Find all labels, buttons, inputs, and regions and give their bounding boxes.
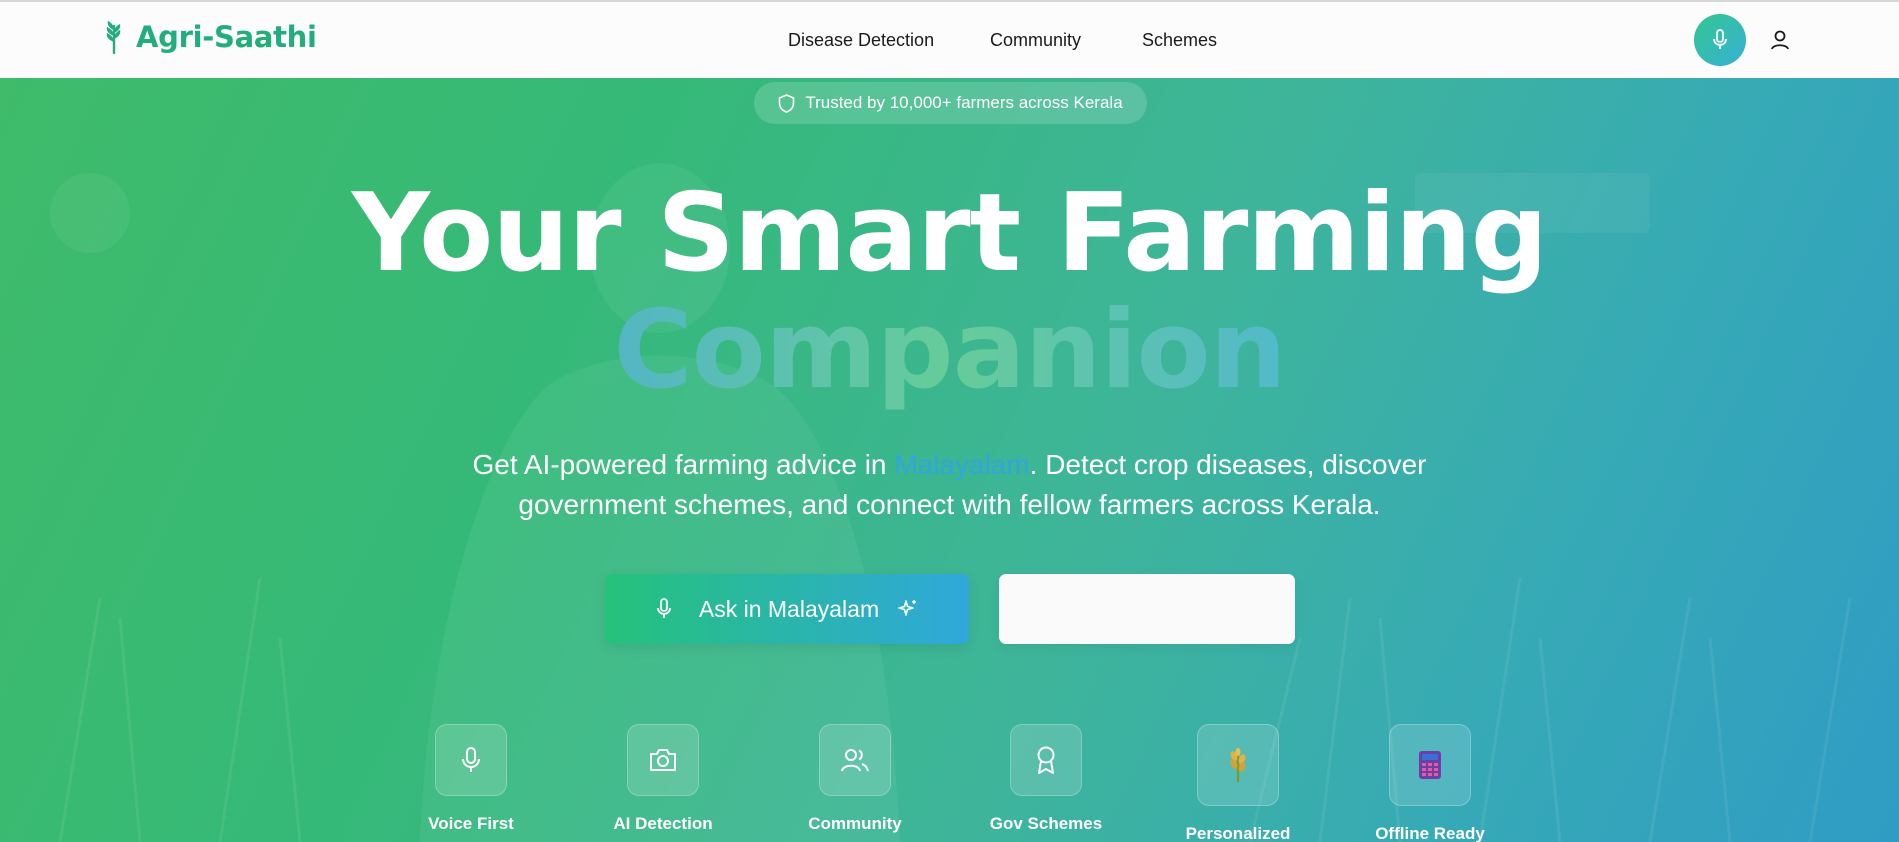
feature-tile[interactable] (1389, 724, 1471, 806)
brand-name: Agri-Saathi (136, 20, 317, 54)
feature-label: Personalized (1185, 824, 1291, 842)
hero-headline-highlight: Companion (613, 288, 1286, 413)
brand-logo[interactable]: Agri-Saathi (102, 20, 317, 54)
feature-label: Voice First (428, 814, 514, 833)
top-navbar: Agri-Saathi Disease Detection Community … (0, 0, 1899, 78)
feature-community[interactable]: Community (780, 724, 930, 834)
trust-badge-text: Trusted by 10,000+ farmers across Kerala (805, 93, 1123, 112)
feature-personalized[interactable]: Personalized (1163, 724, 1313, 842)
feature-tile[interactable] (627, 724, 699, 796)
ask-in-malayalam-button[interactable]: Ask in Malayalam (605, 574, 969, 644)
hero-subtitle: Get AI-powered farming advice in Malayal… (400, 445, 1499, 525)
feature-label: AI Detection (613, 814, 713, 833)
feature-label: Gov Schemes (989, 814, 1103, 833)
calculator-emoji-icon (1419, 751, 1441, 779)
subtitle-text-start: Get AI-powered farming advice in (472, 449, 895, 480)
sparkles-icon (898, 600, 917, 616)
feature-tile[interactable] (1197, 724, 1279, 806)
users-icon (841, 749, 869, 772)
hero-headline-line1: Your Smart Farming (351, 171, 1548, 296)
wheat-logo-icon (106, 21, 121, 54)
subtitle-highlight-malayalam: Malayalam (894, 449, 1030, 480)
feature-tile[interactable] (1010, 724, 1082, 796)
award-icon (1037, 746, 1055, 774)
hero-section: Trusted by 10,000+ farmers across Kerala… (0, 78, 1899, 842)
shield-icon (779, 93, 795, 113)
ask-button-label: Ask in Malayalam (698, 595, 880, 622)
voice-input-button[interactable] (1694, 14, 1746, 66)
wheat-emoji-icon (1230, 748, 1246, 782)
feature-voice-first[interactable]: Voice First (396, 724, 546, 834)
feature-label: Offline Ready (1375, 824, 1485, 842)
nav-disease-detection[interactable]: Disease Detection (788, 30, 934, 51)
user-icon[interactable] (1769, 29, 1791, 51)
nav-schemes[interactable]: Schemes (1142, 30, 1217, 51)
microphone-icon (462, 747, 480, 772)
feature-tile[interactable] (435, 724, 507, 796)
microphone-icon (1713, 29, 1727, 49)
feature-label: Community (808, 814, 902, 833)
feature-tile[interactable] (819, 724, 891, 796)
feature-gov-schemes[interactable]: Gov Schemes (971, 724, 1121, 834)
camera-icon (650, 749, 676, 771)
microphone-icon (656, 598, 671, 618)
nav-community[interactable]: Community (990, 30, 1081, 51)
secondary-hero-button[interactable] (999, 574, 1295, 644)
feature-offline-ready[interactable]: Offline Ready (1355, 724, 1505, 842)
hero-headline-line2: Companion (0, 291, 1899, 411)
feature-ai-detection[interactable]: AI Detection (588, 724, 738, 834)
trust-badge: Trusted by 10,000+ farmers across Kerala (754, 82, 1147, 124)
